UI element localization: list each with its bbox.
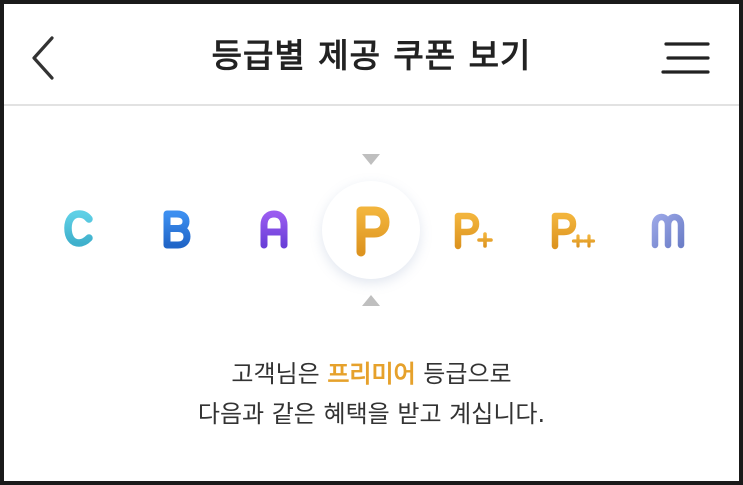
grade-c-icon <box>64 210 93 247</box>
grade-message-line-2: 다음과 같은 혜택을 받고 계십니다. <box>197 400 546 428</box>
grade-p-plus-plus-icon <box>551 212 596 250</box>
message-suffix: 등급으로 <box>415 360 512 388</box>
grade-m-badge[interactable] <box>649 209 687 269</box>
hamburger-menu-icon <box>661 42 710 74</box>
grade-message-line-1: 고객님은 프리미어 등급으로 <box>4 354 739 394</box>
header: 등급별 제공 쿠폰 보기 <box>4 4 739 106</box>
page-title: 등급별 제공 쿠폰 보기 <box>211 36 532 75</box>
grade-p-badge-selected[interactable] <box>352 202 392 260</box>
grade-name-highlight: 프리미어 <box>327 360 416 388</box>
grade-p-icon <box>356 206 390 257</box>
grade-p-plus-plus-badge[interactable] <box>548 209 596 269</box>
grade-message: 고객님은 프리미어 등급으로 다음과 같은 혜택을 받고 계십니다. <box>4 354 739 434</box>
grade-c-badge[interactable] <box>62 207 96 267</box>
triangle-down-icon <box>362 154 380 165</box>
grade-p-plus-badge[interactable] <box>451 209 495 269</box>
grade-p-plus-icon <box>454 212 493 250</box>
grade-selector <box>4 106 739 336</box>
grade-m-icon <box>651 213 685 249</box>
grade-a-badge[interactable] <box>257 207 291 267</box>
triangle-up-icon <box>362 295 380 306</box>
grade-a-icon <box>260 210 288 249</box>
menu-button[interactable] <box>660 38 716 82</box>
grade-b-icon <box>163 210 191 249</box>
app-frame: 등급별 제공 쿠폰 보기 고객님은 프리미어 등급으로 다음과 같은 혜택을 받… <box>4 4 739 481</box>
grade-b-badge[interactable] <box>160 207 192 267</box>
message-prefix: 고객님은 <box>231 360 328 388</box>
